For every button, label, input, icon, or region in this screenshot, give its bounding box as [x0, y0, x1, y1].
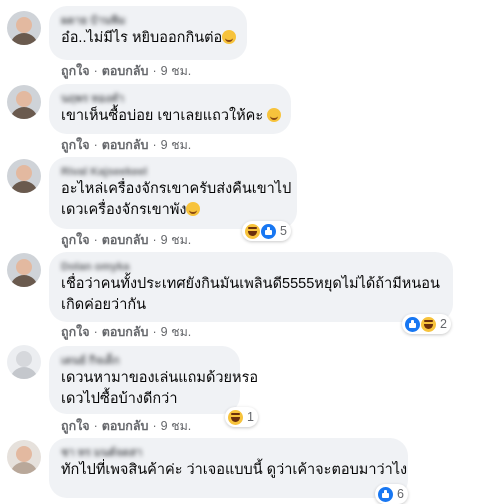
avatar[interactable]	[7, 159, 41, 193]
reply-link[interactable]: ตอบกลับ	[102, 419, 149, 433]
reaction-count: 2	[440, 317, 447, 331]
reaction-summary[interactable]: 1	[225, 407, 258, 427]
comment-text-line: เดวนหามาของเล่นแถมด้วยหรอ	[61, 370, 259, 386]
avatar[interactable]	[7, 440, 41, 474]
separator-dot: ·	[152, 64, 157, 78]
like-link[interactable]: ถูกใจ	[61, 138, 90, 152]
separator-dot: ·	[93, 325, 98, 339]
like-reaction-icon	[405, 316, 420, 332]
reply-link[interactable]: ตอบกลับ	[102, 233, 149, 247]
reaction-count: 5	[280, 224, 287, 238]
comment-author[interactable]: นฤพร ทองคำ	[61, 92, 279, 106]
comment-bubble: เดนย์ กิจเด็ก เดวนหามาของเล่นแถมด้วยหรอ …	[49, 346, 259, 414]
comment-actions: ถูกใจ · ตอบกลับ · 9 ชม.	[61, 232, 191, 248]
comment-author[interactable]: Rival Kajseekeel	[61, 165, 285, 179]
comment-author[interactable]: เดนย์ กิจเด็ก	[61, 354, 228, 368]
comment-time[interactable]: 9 ชม.	[161, 233, 192, 247]
avatar[interactable]	[7, 85, 41, 119]
reaction-summary[interactable]: 2	[402, 314, 451, 334]
separator-dot: ·	[152, 233, 157, 247]
smiling-face-icon	[186, 202, 201, 216]
reply-link[interactable]: ตอบกลับ	[102, 64, 149, 78]
comment-actions: ถูกใจ · ตอบกลับ · 9 ชม.	[61, 63, 191, 79]
comment-time[interactable]: 9 ชม.	[161, 325, 192, 339]
comment-text: ทักไปที่เพจสินค้าค่ะ ว่าเจอแบบนี้ ดูว่าเ…	[61, 462, 408, 478]
like-link[interactable]: ถูกใจ	[61, 419, 90, 433]
reaction-summary[interactable]: 5	[242, 221, 291, 241]
reaction-count: 6	[397, 487, 404, 501]
comment-bubble: นฤพร ทองคำ เขาเห็นซื้อบ่อย เขาเลยแถวให้ค…	[49, 84, 291, 134]
separator-dot: ·	[152, 138, 157, 152]
reply-link[interactable]: ตอบกลับ	[102, 325, 149, 339]
separator-dot: ·	[93, 64, 98, 78]
comment-author[interactable]: ชา ทร มนต์จดสา	[61, 446, 396, 460]
comment-text-line: เดวเครื่องจักรเขาพัง	[61, 200, 285, 221]
separator-dot: ·	[93, 138, 98, 152]
haha-reaction-icon	[421, 316, 436, 332]
like-link[interactable]: ถูกใจ	[61, 325, 90, 339]
comment-bubble: Dolan omyka เชื่อว่าคนทั้งประเทศยังกินมั…	[49, 252, 453, 322]
haha-reaction-icon	[228, 409, 243, 425]
separator-dot: ·	[152, 419, 157, 433]
reaction-count: 1	[247, 410, 254, 424]
avatar[interactable]	[7, 253, 41, 287]
like-reaction-icon	[261, 223, 276, 239]
comment-text-line: เกิดค่อยว่ากัน	[61, 297, 147, 313]
separator-dot: ·	[152, 325, 157, 339]
smiling-face-icon	[267, 108, 282, 122]
comment-actions: ถูกใจ · ตอบกลับ · 9 ชม.	[61, 324, 191, 340]
comment-time[interactable]: 9 ชม.	[161, 138, 192, 152]
comment-time[interactable]: 9 ชม.	[161, 419, 192, 433]
avatar[interactable]	[7, 345, 41, 379]
comment-text-line: เดวไปซื้อบ้างดีกว่า	[61, 391, 178, 407]
comment-author[interactable]: Dolan omyka	[61, 260, 441, 274]
reply-link[interactable]: ตอบกลับ	[102, 138, 149, 152]
comment-time[interactable]: 9 ชม.	[161, 64, 192, 78]
comment-text-line: อะไหล่เครื่องจักรเขาครับส่งคืนเขาไป	[61, 181, 292, 197]
like-link[interactable]: ถูกใจ	[61, 233, 90, 247]
like-reaction-icon	[378, 486, 393, 502]
haha-reaction-icon	[245, 223, 260, 239]
separator-dot: ·	[93, 233, 98, 247]
separator-dot: ·	[93, 419, 98, 433]
comment-text-line: เชื่อว่าคนทั้งประเทศยังกินมันเพลินดี5555…	[61, 276, 440, 292]
comment-actions: ถูกใจ · ตอบกลับ · 9 ชม.	[61, 137, 191, 153]
avatar[interactable]	[7, 11, 41, 45]
comment-author[interactable]: ผดาย บ้านพิม	[61, 14, 235, 28]
comment-bubble: ผดาย บ้านพิม อ๋อ..ไม่มีไร หยิบออกกินต่อ	[49, 6, 247, 60]
comment-actions: ถูกใจ · ตอบกลับ · 9 ชม.	[61, 418, 191, 434]
smiling-face-icon	[222, 30, 237, 44]
reaction-summary[interactable]: 6	[375, 484, 408, 504]
like-link[interactable]: ถูกใจ	[61, 64, 90, 78]
comment-text: เขาเห็นซื้อบ่อย เขาเลยแถวให้คะ	[61, 106, 282, 127]
comment-bubble: Rival Kajseekeel อะไหล่เครื่องจักรเขาครั…	[49, 157, 297, 229]
comment-text: อ๋อ..ไม่มีไร หยิบออกกินต่อ	[61, 28, 237, 49]
comment-bubble: ชา ทร มนต์จดสา ทักไปที่เพจสินค้าค่ะ ว่าเ…	[49, 438, 408, 498]
